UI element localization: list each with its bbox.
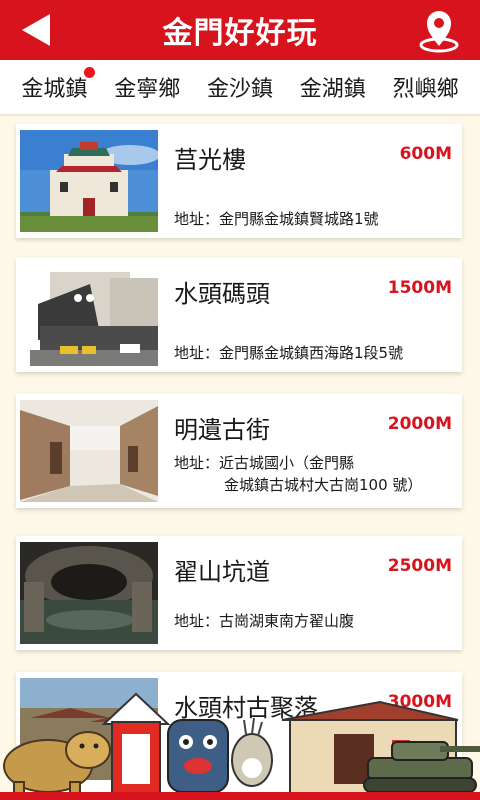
place-name: 明遺古街 bbox=[174, 416, 270, 444]
place-thumbnail bbox=[20, 130, 158, 232]
address-text-line2: 金城鎮古城村大古崗100 號） bbox=[224, 476, 423, 494]
place-thumbnail bbox=[20, 264, 158, 366]
app-header: 金門好好玩 bbox=[0, 0, 480, 60]
place-address: 地址：古崗湖東南方翟山腹 bbox=[174, 610, 354, 632]
places-list: 莒光樓 600M 地址：金門縣金城鎮賢城路1號 水頭碼頭 1500M 地址：金門… bbox=[0, 116, 480, 800]
address-text: 金門縣金城鎮西海路1段5號 bbox=[219, 344, 404, 362]
tab-label: 金沙鎮 bbox=[206, 77, 273, 102]
address-label: 地址： bbox=[174, 344, 220, 362]
place-thumbnail bbox=[20, 678, 158, 780]
tab-label: 金寧鄉 bbox=[114, 77, 181, 102]
place-distance: 600M bbox=[399, 144, 452, 164]
tab-jinhu[interactable]: 金湖鎮 bbox=[298, 67, 368, 107]
place-name: 水頭碼頭 bbox=[174, 280, 270, 308]
tab-jinning[interactable]: 金寧鄉 bbox=[112, 67, 182, 107]
tab-label: 烈嶼鄉 bbox=[392, 77, 459, 102]
address-text: 金門縣金城鎮賢城路1號 bbox=[219, 210, 379, 228]
place-distance: 3000M bbox=[387, 692, 452, 712]
place-card[interactable]: 水頭村古聚落 3000M bbox=[16, 672, 462, 800]
place-distance: 2000M bbox=[387, 414, 452, 434]
active-dot bbox=[84, 67, 96, 78]
tab-lieyu[interactable]: 烈嶼鄉 bbox=[391, 67, 461, 107]
address-label: 地址： bbox=[174, 454, 220, 472]
place-distance: 1500M bbox=[387, 278, 452, 298]
district-tabs: 金城鎮 金寧鄉 金沙鎮 金湖鎮 烈嶼鄉 bbox=[0, 60, 480, 116]
place-card[interactable]: 莒光樓 600M 地址：金門縣金城鎮賢城路1號 bbox=[16, 124, 462, 238]
place-thumbnail bbox=[20, 542, 158, 644]
map-pin-button[interactable] bbox=[418, 8, 460, 54]
place-name: 翟山坑道 bbox=[174, 558, 270, 586]
place-name: 莒光樓 bbox=[174, 146, 246, 174]
place-address: 地址：金門縣金城鎮西海路1段5號 bbox=[174, 342, 403, 364]
place-distance: 2500M bbox=[387, 556, 452, 576]
place-card[interactable]: 翟山坑道 2500M 地址：古崗湖東南方翟山腹 bbox=[16, 536, 462, 650]
place-address: 地址：金門縣金城鎮賢城路1號 bbox=[174, 208, 379, 230]
back-arrow-icon bbox=[22, 14, 50, 46]
tab-jincheng[interactable]: 金城鎮 bbox=[19, 67, 96, 107]
place-address: 地址：近古城國小（金門縣 金城鎮古城村大古崗100 號） bbox=[174, 452, 422, 496]
map-pin-icon bbox=[419, 11, 459, 53]
place-card[interactable]: 水頭碼頭 1500M 地址：金門縣金城鎮西海路1段5號 bbox=[16, 258, 462, 372]
address-text: 古崗湖東南方翟山腹 bbox=[219, 612, 355, 630]
tab-label: 金湖鎮 bbox=[299, 77, 366, 102]
tab-jinsha[interactable]: 金沙鎮 bbox=[205, 67, 275, 107]
address-label: 地址： bbox=[174, 612, 220, 630]
place-name: 水頭村古聚落 bbox=[174, 694, 318, 722]
place-card[interactable]: 明遺古街 2000M 地址：近古城國小（金門縣 金城鎮古城村大古崗100 號） bbox=[16, 394, 462, 508]
address-label: 地址： bbox=[174, 210, 220, 228]
address-text: 近古城國小（金門縣 bbox=[219, 454, 355, 472]
page-title: 金門好好玩 bbox=[162, 16, 318, 51]
back-button[interactable] bbox=[18, 12, 54, 48]
place-thumbnail bbox=[20, 400, 158, 502]
tab-label: 金城鎮 bbox=[21, 77, 88, 102]
footer-bar bbox=[0, 792, 480, 800]
